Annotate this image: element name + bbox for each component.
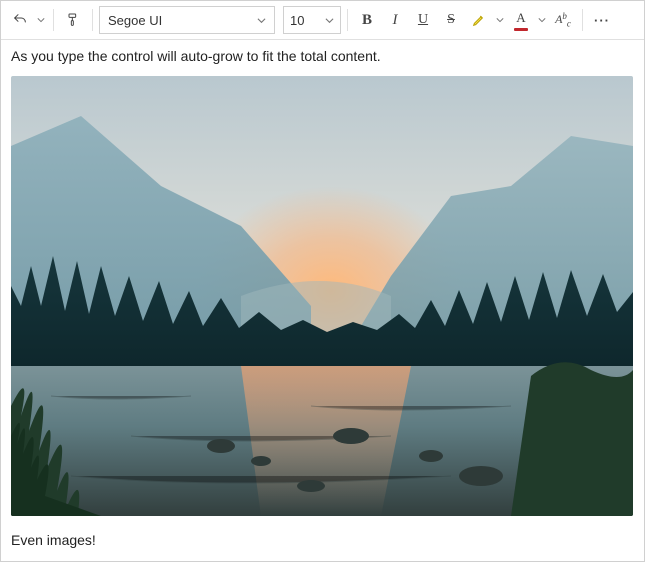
- clear-formatting-button[interactable]: Abc: [550, 6, 576, 34]
- more-icon: ···: [594, 13, 610, 28]
- font-color-icon: A: [516, 10, 525, 26]
- underline-button[interactable]: U: [410, 6, 436, 34]
- format-painter-button[interactable]: [60, 6, 86, 34]
- font-color-swatch: [514, 28, 528, 31]
- rich-text-editor: Segoe UI 10 B I U S A: [0, 0, 645, 562]
- font-color-dropdown[interactable]: [536, 16, 548, 24]
- bold-icon: B: [362, 12, 372, 29]
- editor-content[interactable]: As you type the control will auto-grow t…: [1, 40, 644, 561]
- strikethrough-icon: S: [447, 12, 455, 28]
- italic-icon: I: [393, 12, 398, 29]
- chevron-down-icon: [257, 16, 266, 25]
- highlight-color-button[interactable]: [466, 6, 492, 34]
- landscape-image-svg: [11, 76, 633, 516]
- clear-formatting-icon: Abc: [555, 12, 571, 28]
- separator: [92, 9, 93, 31]
- font-family-value: Segoe UI: [108, 13, 162, 28]
- font-size-value: 10: [290, 13, 304, 28]
- underline-icon: U: [418, 12, 428, 28]
- separator: [53, 9, 54, 31]
- font-color-button[interactable]: A: [508, 6, 534, 34]
- strikethrough-button[interactable]: S: [438, 6, 464, 34]
- font-size-select[interactable]: 10: [283, 6, 341, 34]
- italic-button[interactable]: I: [382, 6, 408, 34]
- separator: [582, 9, 583, 31]
- embedded-image[interactable]: [11, 76, 633, 516]
- highlight-color-dropdown[interactable]: [494, 16, 506, 24]
- separator: [347, 9, 348, 31]
- format-painter-icon: [65, 12, 81, 28]
- toolbar: Segoe UI 10 B I U S A: [1, 1, 644, 40]
- undo-button[interactable]: [7, 6, 33, 34]
- more-options-button[interactable]: ···: [589, 6, 615, 34]
- content-line-2: Even images!: [11, 532, 634, 548]
- content-line-1: As you type the control will auto-grow t…: [11, 48, 634, 64]
- font-family-select[interactable]: Segoe UI: [99, 6, 275, 34]
- chevron-down-icon: [325, 16, 334, 25]
- undo-icon: [12, 12, 28, 28]
- bold-button[interactable]: B: [354, 6, 380, 34]
- undo-dropdown[interactable]: [35, 16, 47, 24]
- highlighter-icon: [471, 12, 487, 28]
